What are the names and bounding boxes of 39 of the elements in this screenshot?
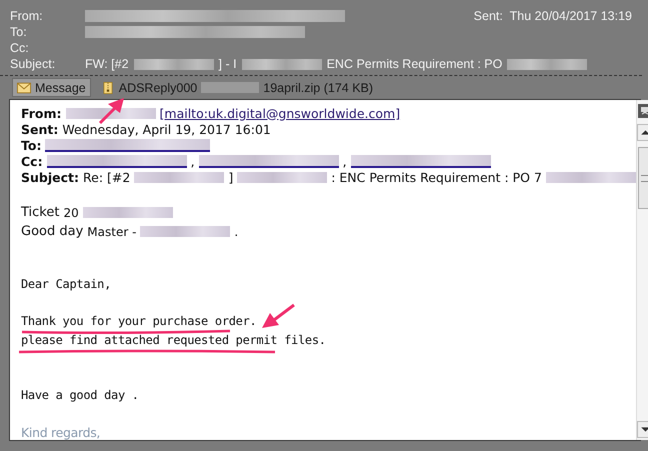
field-label: Ticket — [21, 205, 60, 220]
scroll-thumb[interactable] — [638, 147, 648, 209]
signature-text: Kind regards, — [21, 425, 100, 440]
field-label: From: — [10, 9, 44, 23]
field-label: Cc: — [21, 154, 43, 168]
field-value: FW: [#2 — [85, 57, 129, 71]
field-label: Sent: — [21, 122, 58, 136]
attachment-item[interactable]: ADSReply000 19april.zip (174 KB) — [96, 78, 378, 97]
field-label: To: — [21, 138, 42, 152]
field-value: , — [342, 154, 347, 168]
field-label: Cc: — [10, 41, 30, 55]
reading-pane-icon[interactable] — [638, 104, 648, 118]
field-label: From: — [21, 106, 62, 120]
body-text: Dear Captain, — [21, 277, 112, 292]
field-value: ENC Permits Requirement : PO — [326, 57, 502, 71]
field-value: Re: [#2 — [83, 170, 130, 184]
field-value: Thu 20/04/2017 13:19 — [510, 9, 632, 23]
field-value: Master - — [87, 224, 136, 238]
arrow-drawing — [98, 98, 124, 124]
field-label: To: — [10, 25, 28, 39]
message-tab[interactable]: Message — [12, 78, 91, 97]
body-text: Have a good day . — [21, 388, 139, 403]
field-label: Good day — [21, 224, 84, 239]
field-value: 20 — [63, 206, 79, 220]
email-link[interactable]: [mailto:uk.digital@gnsworldwide.com] — [160, 106, 400, 120]
field-label: Subject: — [10, 57, 56, 71]
envelope-icon — [17, 82, 31, 94]
field-value: ] — [228, 170, 234, 184]
arrow-drawing — [262, 304, 295, 328]
field-value: , — [190, 154, 195, 168]
zip-file-icon — [100, 82, 115, 94]
body-text: Thank you for your purchase order. — [21, 314, 256, 329]
field-value: : ENC Permits Requirement : PO 7 — [331, 170, 542, 184]
field-value: ] - I — [218, 57, 237, 71]
body-text: please find attached requested permit files. — [21, 333, 326, 348]
field-label: Sent: — [474, 9, 504, 23]
field-label: Subject: — [21, 170, 79, 184]
field-value: Wednesday, April 19, 2017 16:01 — [62, 122, 271, 136]
field-value: . — [234, 224, 238, 238]
